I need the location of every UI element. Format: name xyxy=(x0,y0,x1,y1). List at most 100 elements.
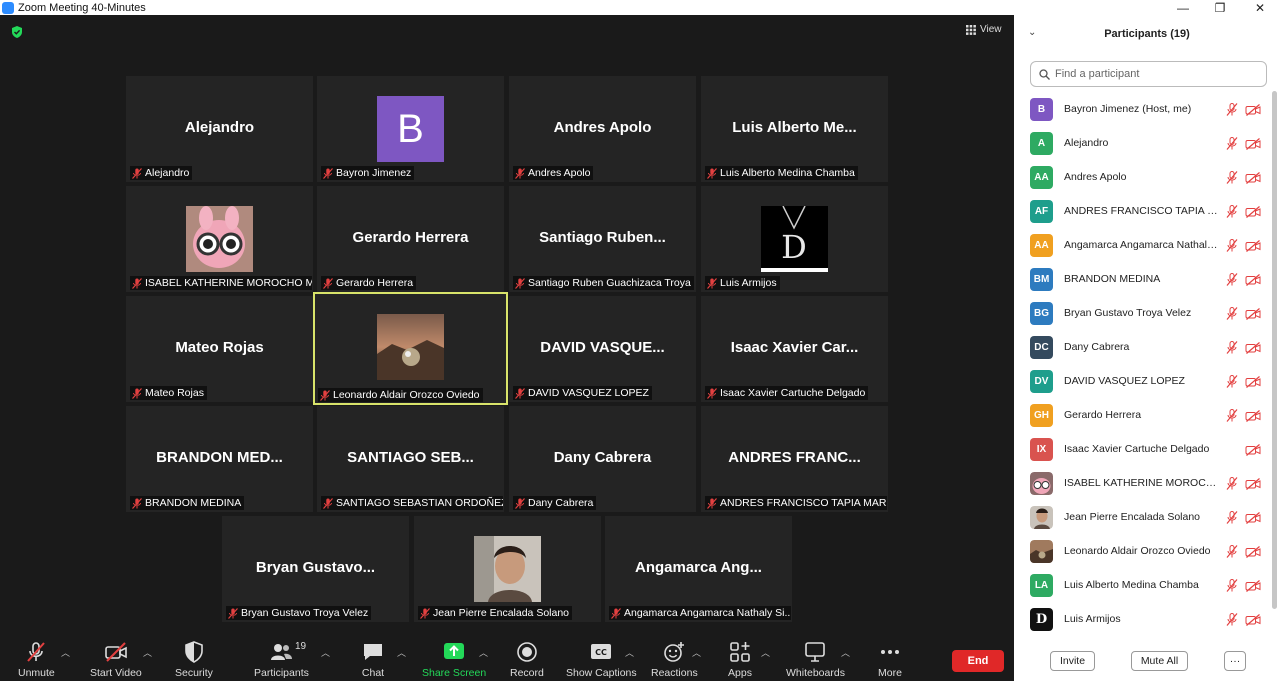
mic-muted-icon[interactable] xyxy=(1226,409,1238,422)
video-tile[interactable]: BRANDON MED... BRANDON MEDINA xyxy=(126,406,313,512)
participant-row[interactable]: AA Angamarca Angamarca Nathaly ... xyxy=(1030,228,1270,262)
reactions-options-caret[interactable]: ︿ xyxy=(692,646,701,659)
mic-muted-icon[interactable] xyxy=(1226,477,1238,490)
tile-name-label: Angamarca Angamarca Nathaly Si... xyxy=(609,606,791,620)
video-tile[interactable]: Mateo Rojas Mateo Rojas xyxy=(126,296,313,402)
mic-off-icon xyxy=(707,387,717,399)
participants-options-caret[interactable]: ︿ xyxy=(321,646,330,659)
end-meeting-button[interactable]: End xyxy=(952,650,1004,672)
participant-row[interactable]: GH Gerardo Herrera xyxy=(1030,398,1270,432)
participant-row[interactable]: A Alejandro xyxy=(1030,126,1270,160)
video-tile[interactable]: D Luis Armijos xyxy=(701,186,888,292)
mic-muted-icon[interactable] xyxy=(1226,341,1238,354)
panel-more-button[interactable]: ··· xyxy=(1224,651,1246,671)
participant-name: Andres Apolo xyxy=(1064,171,1127,183)
tile-name-label: Mateo Rojas xyxy=(130,386,207,400)
share-options-caret[interactable]: ︿ xyxy=(479,646,488,659)
mic-muted-icon[interactable] xyxy=(1226,137,1238,150)
encryption-shield-icon[interactable] xyxy=(10,25,24,39)
tile-label-text: Mateo Rojas xyxy=(145,387,204,399)
video-tile[interactable]: ANDRES FRANC... ANDRES FRANCISCO TAPIA M… xyxy=(701,406,888,512)
video-tile[interactable]: SANTIAGO SEB... SANTIAGO SEBASTIAN ORDOÑ… xyxy=(317,406,504,512)
chat-options-caret[interactable]: ︿ xyxy=(397,646,406,659)
mic-muted-icon[interactable] xyxy=(1226,545,1238,558)
video-tile[interactable]: ISABEL KATHERINE MOROCHO M... xyxy=(126,186,313,292)
participant-row[interactable]: Leonardo Aldair Orozco Oviedo xyxy=(1030,534,1270,568)
mic-muted-icon[interactable] xyxy=(1226,579,1238,592)
mic-muted-icon[interactable] xyxy=(1226,375,1238,388)
participant-row[interactable]: ISABEL KATHERINE MOROCHO ... xyxy=(1030,466,1270,500)
participant-list-scrollbar[interactable] xyxy=(1272,91,1277,609)
video-tile[interactable]: Angamarca Ang... Angamarca Angamarca Nat… xyxy=(605,516,792,622)
tile-label-text: Andres Apolo xyxy=(528,167,591,179)
captions-options-caret[interactable]: ︿ xyxy=(625,646,634,659)
mic-muted-icon[interactable] xyxy=(1226,205,1238,218)
active-speaker-tile[interactable]: Leonardo Aldair Orozco Oviedo xyxy=(313,292,508,405)
close-window-button[interactable]: ✕ xyxy=(1245,0,1275,15)
mic-off-icon xyxy=(323,167,333,179)
share-screen-button[interactable]: Share Screen xyxy=(422,640,486,679)
video-tile[interactable]: Isaac Xavier Car... Isaac Xavier Cartuch… xyxy=(701,296,888,402)
participant-row[interactable]: LA Luis Alberto Medina Chamba xyxy=(1030,568,1270,602)
security-button[interactable]: Security xyxy=(175,640,213,679)
unmute-button[interactable]: Unmute xyxy=(18,640,55,679)
mic-muted-icon[interactable] xyxy=(1226,613,1238,626)
mic-muted-icon[interactable] xyxy=(1226,273,1238,286)
start-video-button[interactable]: Start Video xyxy=(90,640,142,679)
whiteboards-options-caret[interactable]: ︿ xyxy=(841,646,850,659)
apps-button[interactable]: Apps xyxy=(728,640,752,679)
video-tile[interactable]: Bryan Gustavo... Bryan Gustavo Troya Vel… xyxy=(222,516,409,622)
mic-muted-icon[interactable] xyxy=(1226,171,1238,184)
participant-row[interactable]: BG Bryan Gustavo Troya Velez xyxy=(1030,296,1270,330)
participants-panel: ⌄ Participants (19) B Bayron Jimenez (Ho… xyxy=(1014,15,1280,681)
video-options-caret[interactable]: ︿ xyxy=(143,646,152,659)
mic-off-icon xyxy=(707,497,717,509)
video-off-icon xyxy=(1245,342,1261,354)
mute-all-button[interactable]: Mute All xyxy=(1131,651,1188,671)
video-off-icon xyxy=(1245,512,1261,524)
video-tile[interactable]: Andres Apolo Andres Apolo xyxy=(509,76,696,182)
mic-muted-icon[interactable] xyxy=(1226,239,1238,252)
reactions-button[interactable]: Reactions xyxy=(651,640,698,679)
apps-options-caret[interactable]: ︿ xyxy=(761,646,770,659)
participant-search-box[interactable] xyxy=(1030,61,1267,87)
participant-name: Luis Alberto Medina Chamba xyxy=(1064,579,1199,591)
video-tile[interactable]: Dany Cabrera Dany Cabrera xyxy=(509,406,696,512)
participant-row[interactable]: BM BRANDON MEDINA xyxy=(1030,262,1270,296)
participant-name: BRANDON MEDINA xyxy=(1064,273,1161,285)
video-off-icon xyxy=(1245,274,1261,286)
participant-row[interactable]: B Bayron Jimenez (Host, me) xyxy=(1030,92,1270,126)
minimize-button[interactable]: — xyxy=(1168,0,1198,15)
audio-options-caret[interactable]: ︿ xyxy=(61,646,70,659)
participant-row[interactable]: AA Andres Apolo xyxy=(1030,160,1270,194)
participant-row[interactable]: DV DAVID VASQUEZ LOPEZ xyxy=(1030,364,1270,398)
tile-label-text: Isaac Xavier Cartuche Delgado xyxy=(720,387,866,399)
mic-muted-icon[interactable] xyxy=(1226,103,1238,116)
video-tile[interactable]: Gerardo Herrera Gerardo Herrera xyxy=(317,186,504,292)
participant-photo-landscape xyxy=(1030,539,1053,563)
mic-muted-icon[interactable] xyxy=(1226,511,1238,524)
chat-button[interactable]: Chat xyxy=(361,640,385,679)
record-button[interactable]: Record xyxy=(510,640,544,679)
whiteboards-button[interactable]: Whiteboards xyxy=(786,640,845,679)
participant-search-input[interactable] xyxy=(1055,68,1255,80)
participant-row[interactable]: D Luis Armijos xyxy=(1030,602,1270,636)
participant-row[interactable]: Jean Pierre Encalada Solano xyxy=(1030,500,1270,534)
invite-button[interactable]: Invite xyxy=(1050,651,1095,671)
maximize-button[interactable]: ❐ xyxy=(1205,0,1235,15)
mic-muted-icon[interactable] xyxy=(1226,307,1238,320)
video-tile[interactable]: Alejandro Alejandro xyxy=(126,76,313,182)
participant-row[interactable]: DC Dany Cabrera xyxy=(1030,330,1270,364)
participant-avatar: AA xyxy=(1030,233,1053,257)
video-tile[interactable]: Jean Pierre Encalada Solano xyxy=(414,516,601,622)
participant-avatar: IX xyxy=(1030,437,1053,461)
participant-row[interactable]: AF ANDRES FRANCISCO TAPIA MA... xyxy=(1030,194,1270,228)
mic-off-icon xyxy=(323,277,333,289)
participant-row[interactable]: IX Isaac Xavier Cartuche Delgado xyxy=(1030,432,1270,466)
more-button[interactable]: More xyxy=(878,640,902,679)
video-tile[interactable]: Santiago Ruben... Santiago Ruben Guachiz… xyxy=(509,186,696,292)
video-tile[interactable]: B Bayron Jimenez xyxy=(317,76,504,182)
video-tile[interactable]: DAVID VASQUE... DAVID VASQUEZ LOPEZ xyxy=(509,296,696,402)
view-button[interactable]: View xyxy=(966,24,1002,35)
video-tile[interactable]: Luis Alberto Me... Luis Alberto Medina C… xyxy=(701,76,888,182)
